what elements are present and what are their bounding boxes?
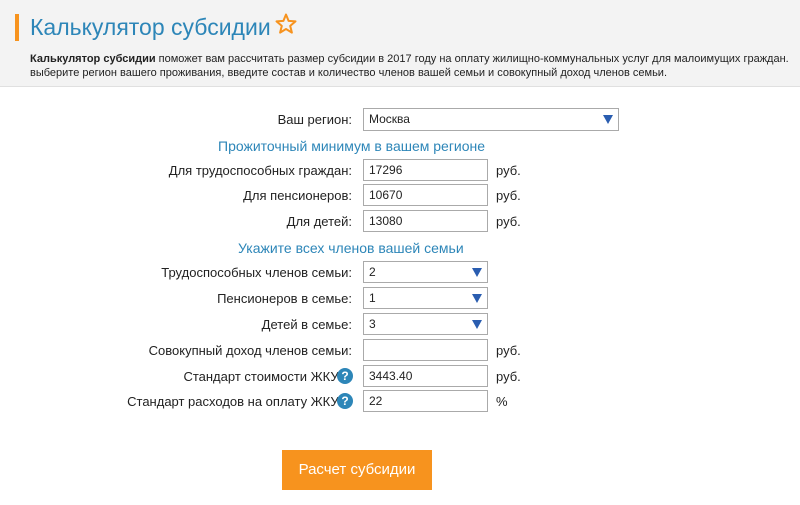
page-title: Калькулятор субсидии <box>30 14 271 40</box>
standard-label: Стандарт стоимости ЖКУ: <box>183 369 342 384</box>
chevron-down-icon <box>472 320 482 329</box>
help-icon[interactable]: ? <box>337 368 353 384</box>
min-pension-unit: руб. <box>496 188 521 203</box>
family-children-value: 3 <box>369 317 376 331</box>
region-select[interactable]: Москва <box>363 108 619 131</box>
header-divider <box>0 86 800 87</box>
min-able-unit: руб. <box>496 163 521 178</box>
family-able-label: Трудоспособных членов семьи: <box>161 265 352 280</box>
chevron-down-icon <box>603 115 613 124</box>
chevron-down-icon <box>472 294 482 303</box>
description-line2: выберите регион вашего проживания, введи… <box>30 67 667 79</box>
income-label: Совокупный доход членов семьи: <box>148 343 352 358</box>
description-bold: Калькулятор субсидии <box>30 53 156 65</box>
standard-input[interactable]: 3443.40 <box>363 365 488 387</box>
minimum-heading: Прожиточный минимум в вашем регионе <box>218 138 486 154</box>
min-pension-input[interactable]: 10670 <box>363 184 488 206</box>
income-input[interactable] <box>363 339 488 361</box>
family-able-value: 2 <box>369 265 376 279</box>
family-pension-select[interactable]: 1 <box>363 287 488 309</box>
region-value: Москва <box>369 112 410 126</box>
family-children-label: Детей в семье: <box>261 317 352 332</box>
chevron-down-icon <box>472 268 482 277</box>
min-children-input[interactable]: 13080 <box>363 210 488 232</box>
family-heading: Укажите всех членов вашей семьи <box>238 240 464 256</box>
share-input[interactable]: 22 <box>363 390 488 412</box>
family-pension-label: Пенсионеров в семье: <box>217 291 352 306</box>
family-children-select[interactable]: 3 <box>363 313 488 335</box>
share-unit: % <box>496 394 508 409</box>
family-able-select[interactable]: 2 <box>363 261 488 283</box>
standard-unit: руб. <box>496 369 521 384</box>
min-children-label: Для детей: <box>286 214 352 229</box>
share-label: Стандарт расходов на оплату ЖКУ: <box>127 394 342 409</box>
description-line1: поможет вам рассчитать размер субсидии в… <box>155 53 789 65</box>
min-able-input[interactable]: 17296 <box>363 159 488 181</box>
title-accent-bar <box>15 14 19 41</box>
calculate-button[interactable]: Расчет субсидии <box>282 450 432 490</box>
min-pension-label: Для пенсионеров: <box>243 188 352 203</box>
help-icon[interactable]: ? <box>337 393 353 409</box>
region-label: Ваш регион: <box>277 112 352 127</box>
star-icon[interactable] <box>274 12 298 36</box>
min-able-label: Для трудоспособных граждан: <box>168 163 352 178</box>
income-unit: руб. <box>496 343 521 358</box>
min-children-unit: руб. <box>496 214 521 229</box>
page-header: Калькулятор субсидии Калькулятор субсиди… <box>0 0 800 86</box>
family-pension-value: 1 <box>369 291 376 305</box>
description: Калькулятор субсидии поможет вам рассчит… <box>30 52 800 80</box>
